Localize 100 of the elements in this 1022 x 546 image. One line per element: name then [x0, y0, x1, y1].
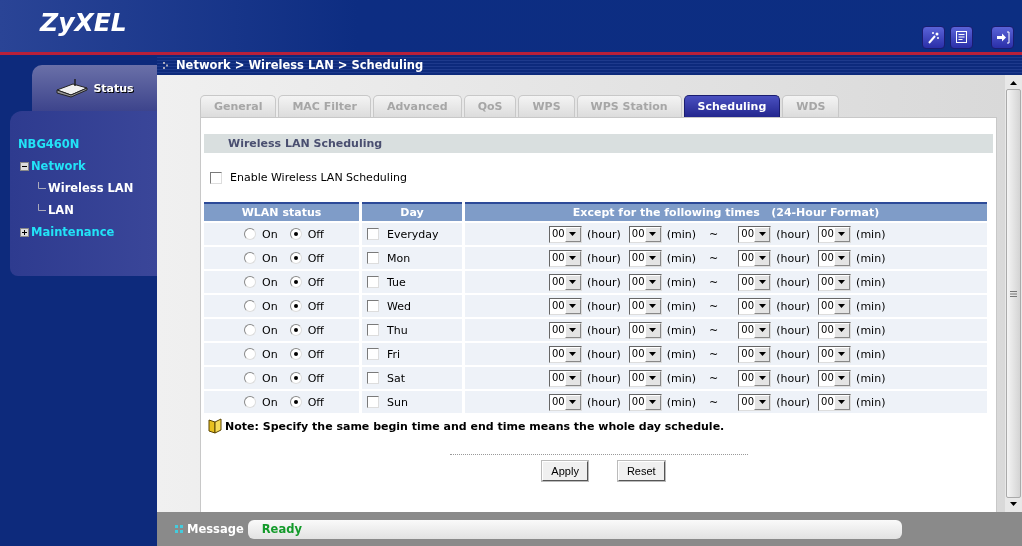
logout-icon[interactable]: [991, 25, 1014, 49]
status-tab[interactable]: Status: [32, 65, 157, 111]
radio-button[interactable]: [289, 228, 302, 240]
checkbox[interactable]: [367, 276, 379, 288]
grip-icon: [1010, 290, 1017, 297]
time-select[interactable]: 00: [549, 225, 582, 243]
scrollbar[interactable]: [1005, 75, 1022, 512]
radio-button[interactable]: [289, 252, 302, 264]
day-label: Thu: [387, 323, 408, 337]
document-icon[interactable]: [950, 25, 973, 49]
dropdown-arrow-icon: [838, 376, 846, 380]
unit-label: (min): [666, 275, 697, 289]
time-select[interactable]: 00: [628, 321, 662, 339]
radio-button[interactable]: [289, 300, 302, 312]
time-select[interactable]: 00: [628, 249, 662, 267]
time-select[interactable]: 00: [818, 297, 852, 315]
time-select[interactable]: 00: [628, 273, 662, 291]
range-separator: ~: [709, 395, 719, 409]
time-select[interactable]: 00: [628, 225, 662, 243]
scroll-down-icon[interactable]: [1010, 502, 1017, 506]
unit-label: (hour): [587, 227, 621, 241]
reset-button[interactable]: Reset: [617, 461, 665, 481]
radio-button[interactable]: [289, 276, 302, 288]
time-select[interactable]: 00: [738, 369, 772, 387]
collapse-icon[interactable]: [20, 161, 29, 171]
bullet-icon: [175, 525, 183, 533]
wizard-icon[interactable]: [922, 25, 945, 49]
radio-button[interactable]: [244, 348, 256, 360]
radio-label: Off: [307, 371, 324, 385]
radio-button[interactable]: [244, 324, 256, 336]
time-select[interactable]: 00: [738, 345, 772, 363]
radio-button[interactable]: [289, 348, 302, 360]
time-select[interactable]: 00: [738, 321, 772, 339]
time-select[interactable]: 00: [818, 225, 852, 243]
time-select[interactable]: 00: [738, 225, 772, 243]
radio-button[interactable]: [244, 276, 256, 288]
tree-item[interactable]: Wireless LAN: [48, 181, 134, 195]
radio-button[interactable]: [244, 300, 256, 312]
dropdown-arrow-icon: [649, 256, 657, 260]
checkbox[interactable]: [210, 171, 222, 184]
tree-item[interactable]: Maintenance: [31, 225, 115, 239]
checkbox[interactable]: [367, 348, 379, 360]
dropdown-arrow-icon: [649, 280, 657, 284]
tree-item[interactable]: NBG460N: [18, 137, 80, 151]
time-select[interactable]: 00: [738, 393, 772, 411]
unit-label: (hour): [776, 371, 811, 385]
time-select[interactable]: 00: [818, 321, 852, 339]
checkbox[interactable]: [367, 300, 379, 312]
radio-button[interactable]: [289, 396, 302, 408]
radio-button[interactable]: [244, 372, 256, 384]
tab[interactable]: Scheduling: [683, 95, 781, 117]
time-select[interactable]: 00: [549, 273, 582, 291]
time-select[interactable]: 00: [738, 249, 772, 267]
time-select[interactable]: 00: [818, 345, 852, 363]
time-select[interactable]: 00: [818, 369, 852, 387]
time-select[interactable]: 00: [818, 249, 852, 267]
checkbox[interactable]: [367, 372, 379, 384]
note-icon: [208, 418, 222, 434]
expand-icon[interactable]: [20, 227, 29, 237]
time-select[interactable]: 00: [549, 297, 582, 315]
dropdown-arrow-icon: [758, 232, 766, 236]
tree-item[interactable]: Network: [31, 159, 86, 173]
time-select[interactable]: 00: [549, 369, 582, 387]
radio-button[interactable]: [244, 396, 256, 408]
dropdown-arrow-icon: [649, 304, 657, 308]
time-select[interactable]: 00: [818, 273, 852, 291]
time-select[interactable]: 00: [738, 273, 772, 291]
radio-button[interactable]: [244, 228, 256, 240]
time-select[interactable]: 00: [549, 321, 582, 339]
time-select[interactable]: 00: [628, 393, 662, 411]
unit-label: (hour): [587, 371, 621, 385]
dropdown-arrow-icon: [838, 328, 846, 332]
time-select[interactable]: 00: [628, 297, 662, 315]
unit-label: (min): [856, 251, 886, 265]
radio-button[interactable]: [289, 324, 302, 336]
day-label: Mon: [387, 251, 411, 265]
radio-label: On: [262, 251, 278, 265]
time-select[interactable]: 00: [628, 369, 662, 387]
checkbox[interactable]: [367, 324, 379, 336]
router-icon: [55, 78, 90, 98]
scroll-thumb[interactable]: [1006, 89, 1021, 498]
tree-item[interactable]: LAN: [48, 203, 74, 217]
checkbox[interactable]: [367, 228, 379, 240]
scroll-up-icon[interactable]: [1010, 81, 1017, 85]
dropdown-arrow-icon: [758, 328, 766, 332]
dropdown-arrow-icon: [649, 232, 657, 236]
radio-button[interactable]: [289, 372, 302, 384]
message-label: Message: [187, 522, 244, 536]
time-select[interactable]: 00: [818, 393, 852, 411]
checkbox[interactable]: [367, 396, 379, 408]
radio-button[interactable]: [244, 252, 256, 264]
dropdown-arrow-icon: [758, 352, 766, 356]
apply-button[interactable]: Apply: [542, 461, 588, 481]
checkbox[interactable]: [367, 252, 379, 264]
time-select[interactable]: 00: [549, 345, 582, 363]
time-select[interactable]: 00: [738, 297, 772, 315]
time-select[interactable]: 00: [549, 393, 582, 411]
time-select[interactable]: 00: [628, 345, 662, 363]
radio-label: Off: [307, 251, 324, 265]
time-select[interactable]: 00: [549, 249, 582, 267]
